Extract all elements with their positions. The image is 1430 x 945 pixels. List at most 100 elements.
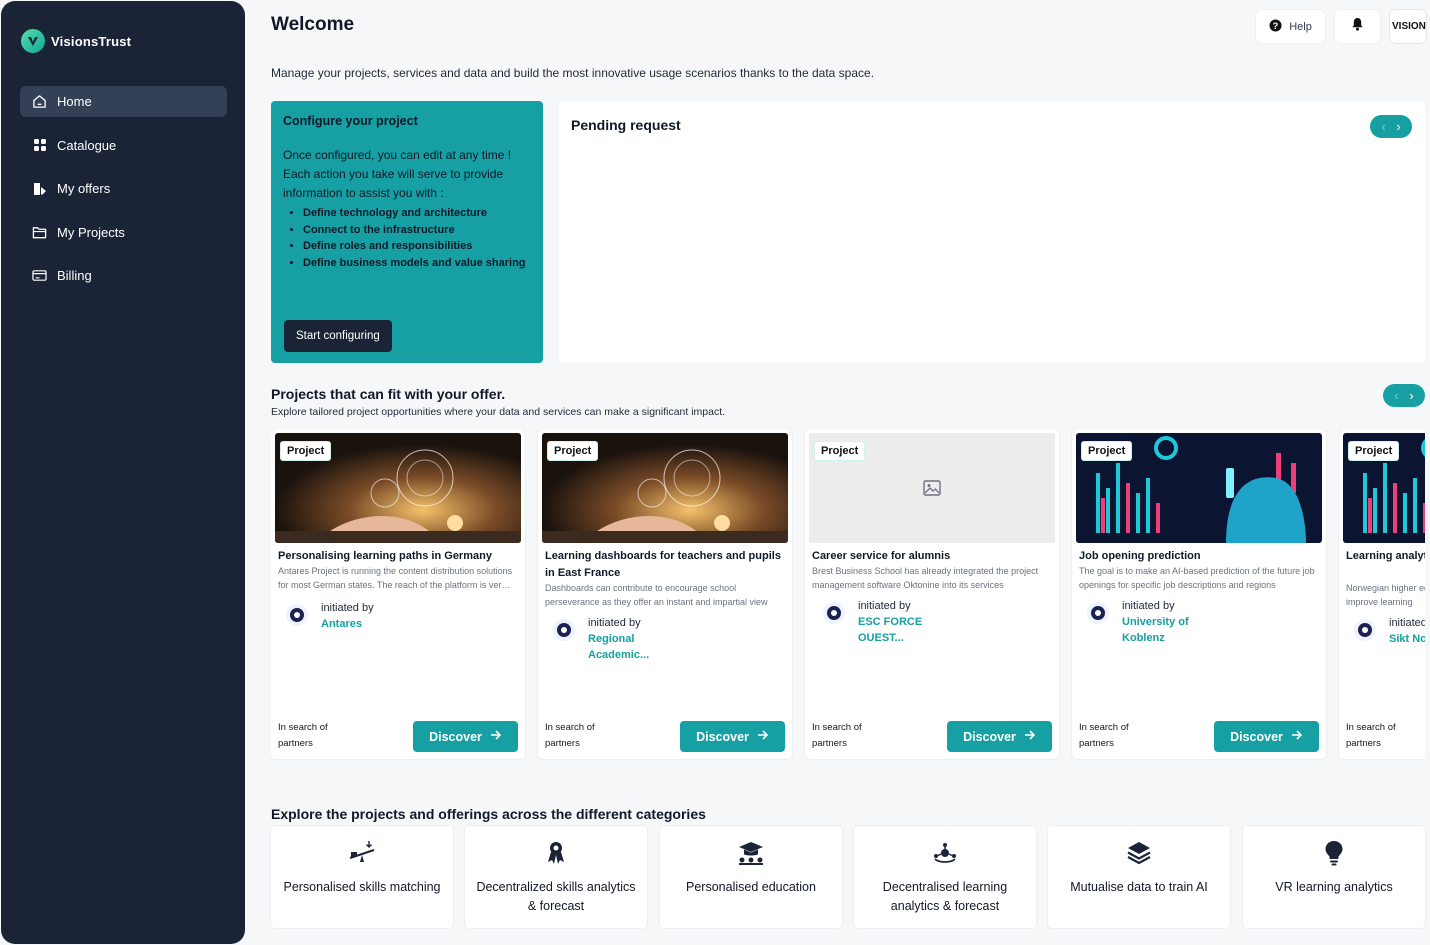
categories-section-title: Explore the projects and offerings acros… <box>271 806 706 822</box>
chevron-left-icon[interactable]: ‹ <box>1381 119 1385 134</box>
project-initiator: initiated by Sikt Norway <box>1353 615 1425 647</box>
folder-icon <box>32 225 47 240</box>
pending-carousel-arrows: ‹ › <box>1370 115 1412 138</box>
project-description: Antares Project is running the content d… <box>278 566 513 590</box>
project-description: The goal is to make an AI-based predicti… <box>1079 566 1315 590</box>
page-title: Welcome <box>271 14 355 35</box>
category-label: Personalised skills matching <box>283 880 441 894</box>
initiator-name[interactable]: Sikt Norway <box>1389 631 1425 647</box>
arrow-right-icon <box>490 729 502 744</box>
project-image-hands-laptop: Project <box>275 433 521 543</box>
category-label: Decentralized skills analytics & forecas… <box>476 880 636 913</box>
app-logo[interactable]: VisionsTrust <box>21 29 131 53</box>
sidebar-item-label: My Projects <box>57 224 125 240</box>
project-initiator: initiated by Antares <box>285 600 401 632</box>
project-title: Learning analytics Norwegian universitie… <box>1346 550 1425 562</box>
project-cards-carousel: Project Personalising learning paths in … <box>271 430 1425 760</box>
configure-text-1: Once configured, you can edit at any tim… <box>283 148 512 162</box>
sidebar-item-home[interactable]: Home <box>20 86 227 117</box>
project-badge: Project <box>814 441 866 461</box>
discover-label: Discover <box>696 729 749 744</box>
arrow-right-icon <box>1024 729 1036 744</box>
chevron-left-icon[interactable]: ‹ <box>1394 388 1398 403</box>
sidebar-item-label: Home <box>57 94 92 109</box>
projects-section-title: Projects that can fit with your offer. <box>271 386 506 402</box>
project-card[interactable]: Project Learning dashboards for teachers… <box>538 430 792 759</box>
project-badge: Project <box>1348 441 1400 461</box>
user-avatar[interactable]: VISIONS <box>1390 10 1426 43</box>
project-image-data-person: Project <box>1076 433 1322 543</box>
pending-title: Pending request <box>571 117 681 133</box>
sidebar-item-my-projects[interactable]: My Projects <box>20 217 227 248</box>
avatar-text: VISIONS <box>1392 21 1426 32</box>
project-initiator: initiated by Regional Academic... <box>552 615 668 663</box>
seesaw-icon <box>271 840 453 866</box>
category-card[interactable]: VR learning analytics <box>1243 826 1425 928</box>
chevron-right-icon[interactable]: › <box>1409 388 1413 403</box>
arrow-right-icon <box>757 729 769 744</box>
organization-logo-icon <box>1353 618 1377 642</box>
offers-icon <box>32 181 47 196</box>
project-initiator: initiated by University of Koblenz <box>1086 598 1202 646</box>
discover-button[interactable]: Discover <box>413 721 518 752</box>
category-label: Mutualise data to train AI <box>1070 880 1208 894</box>
category-card[interactable]: Personalised education <box>660 826 842 928</box>
help-icon: ? <box>1269 18 1282 35</box>
project-card[interactable]: Project Career service for alumnis Brest… <box>805 430 1059 759</box>
initiator-name[interactable]: Regional Academic... <box>588 631 668 663</box>
discover-button[interactable]: Discover <box>947 721 1052 752</box>
home-icon <box>32 94 47 109</box>
sidebar-item-label: Billing <box>57 268 92 283</box>
initiator-name[interactable]: Antares <box>321 616 401 632</box>
project-title: Job opening prediction <box>1079 550 1201 562</box>
start-configuring-button[interactable]: Start configuring <box>284 320 392 352</box>
project-title: Personalising learning paths in Germany <box>278 550 492 562</box>
category-card[interactable]: Decentralised learning analytics & forec… <box>854 826 1036 928</box>
lightbulb-icon <box>1243 840 1425 866</box>
configure-text-2: Each action you take will serve to provi… <box>283 167 504 200</box>
project-description: Norwegian higher education institutions … <box>1346 583 1425 607</box>
page-subtitle: Manage your projects, services and data … <box>271 66 875 80</box>
discover-label: Discover <box>1230 729 1283 744</box>
sidebar-item-my-offers[interactable]: My offers <box>20 173 227 204</box>
layers-icon <box>1048 840 1230 866</box>
project-image-hands-laptop: Project <box>542 433 788 543</box>
search-partners-label: In search of partners <box>545 722 595 749</box>
organization-logo-icon <box>822 601 846 625</box>
discover-button[interactable]: Discover <box>680 721 785 752</box>
sidebar-item-label: Catalogue <box>57 137 117 153</box>
project-card[interactable]: Project Learning analytics Norwegian uni… <box>1339 430 1425 759</box>
project-card[interactable]: Project Personalising learning paths in … <box>271 430 525 759</box>
initiator-name[interactable]: ESC FORCE OUEST... <box>858 614 938 646</box>
configure-project-panel: Configure your project Once configured, … <box>271 101 543 363</box>
bell-icon <box>1351 17 1364 36</box>
help-label: Help <box>1289 20 1312 33</box>
initiator-name[interactable]: University of Koblenz <box>1122 614 1202 646</box>
logo-icon <box>21 29 45 53</box>
search-partners-label: In search of partners <box>812 722 862 749</box>
category-card[interactable]: Mutualise data to train AI <box>1048 826 1230 928</box>
project-image-placeholder: Project <box>809 433 1055 543</box>
sidebar-item-catalogue[interactable]: Catalogue <box>20 130 227 161</box>
project-badge: Project <box>547 441 599 461</box>
initiated-by-label: initiated by <box>858 600 911 612</box>
project-title: Learning dashboards for teachers and pup… <box>545 550 781 579</box>
help-button[interactable]: ? Help <box>1256 10 1325 43</box>
chevron-right-icon[interactable]: › <box>1396 119 1400 134</box>
notifications-button[interactable] <box>1335 10 1380 43</box>
search-partners-label: In search of partners <box>1079 722 1129 749</box>
discover-label: Discover <box>429 729 482 744</box>
arrow-right-icon <box>1291 729 1303 744</box>
sidebar: VisionsTrust Home Catalogue My offers My… <box>1 1 245 944</box>
initiated-by-label: initiated by <box>588 617 641 629</box>
search-partners-label: In search of partners <box>278 722 328 749</box>
project-card[interactable]: Project Job opening prediction The goal … <box>1072 430 1326 759</box>
discover-button[interactable]: Discover <box>1214 721 1319 752</box>
sidebar-item-billing[interactable]: Billing <box>20 260 227 291</box>
billing-icon <box>32 268 47 283</box>
grid-icon <box>32 138 47 153</box>
graduation-icon <box>660 840 842 866</box>
category-card[interactable]: Decentralized skills analytics & forecas… <box>465 826 647 928</box>
category-card[interactable]: Personalised skills matching <box>271 826 453 928</box>
organization-logo-icon <box>285 603 309 627</box>
